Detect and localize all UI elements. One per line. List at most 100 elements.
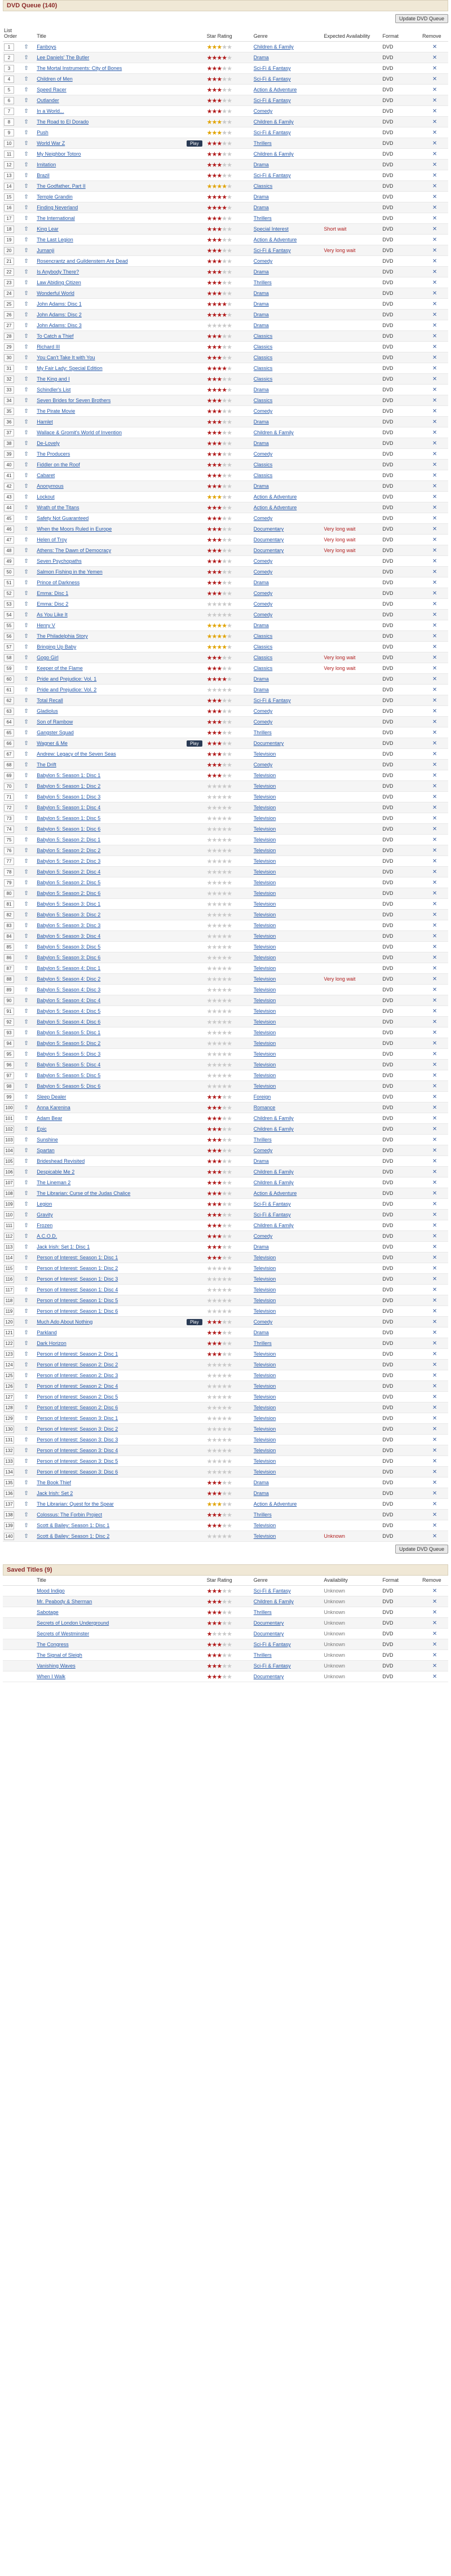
star-icon[interactable]: ★ (207, 440, 213, 447)
star-icon[interactable]: ★ (216, 365, 222, 372)
order-input[interactable]: 99 (4, 1093, 14, 1101)
order-input[interactable]: 134 (4, 1468, 14, 1476)
star-icon[interactable]: ★ (216, 151, 222, 158)
title-link[interactable]: The Philadelphia Story (37, 633, 88, 639)
genre-link[interactable]: Television (254, 1276, 276, 1282)
genre-link[interactable]: Drama (254, 194, 269, 200)
star-icon[interactable]: ★ (222, 430, 227, 436)
to-top-icon[interactable]: ⇧ (24, 1340, 28, 1347)
star-icon[interactable]: ★ (207, 1458, 213, 1465)
star-icon[interactable]: ★ (227, 1287, 232, 1294)
genre-link[interactable]: Action & Adventure (254, 1190, 297, 1196)
remove-x-icon[interactable]: ✕ (432, 430, 437, 436)
star-icon[interactable]: ★ (227, 1201, 232, 1208)
star-icon[interactable]: ★ (207, 1223, 213, 1229)
genre-link[interactable]: Television (254, 976, 276, 982)
star-icon[interactable]: ★ (216, 237, 222, 244)
genre-link[interactable]: Comedy (254, 408, 273, 414)
star-icon[interactable]: ★ (222, 1158, 227, 1165)
star-icon[interactable]: ★ (216, 1298, 222, 1304)
star-icon[interactable]: ★ (227, 365, 232, 372)
order-input[interactable]: 68 (4, 761, 14, 769)
star-icon[interactable]: ★ (216, 1437, 222, 1444)
remove-x-icon[interactable]: ✕ (432, 183, 437, 189)
to-top-icon[interactable]: ⇧ (24, 537, 28, 543)
to-top-icon[interactable]: ⇧ (24, 194, 28, 200)
star-rating[interactable]: ★★★★★ (207, 98, 232, 104)
title-link[interactable]: Babylon 5: Season 4: Disc 2 (37, 976, 100, 982)
star-icon[interactable]: ★ (227, 162, 232, 169)
star-icon[interactable]: ★ (216, 976, 222, 983)
star-icon[interactable]: ★ (216, 1073, 222, 1079)
to-top-icon[interactable]: ⇧ (24, 933, 28, 939)
order-input[interactable]: 139 (4, 1521, 14, 1529)
title-link[interactable]: The King and I (37, 376, 70, 382)
genre-link[interactable]: Foreign (254, 1094, 271, 1100)
remove-x-icon[interactable]: ✕ (432, 1201, 437, 1207)
remove-x-icon[interactable]: ✕ (432, 205, 437, 211)
order-input[interactable]: 65 (4, 729, 14, 736)
genre-link[interactable]: Children & Family (254, 1115, 294, 1121)
star-icon[interactable]: ★ (216, 1158, 222, 1165)
star-icon[interactable]: ★ (227, 601, 232, 608)
star-icon[interactable]: ★ (216, 119, 222, 126)
star-icon[interactable]: ★ (222, 1458, 227, 1465)
star-rating[interactable]: ★★★★★ (207, 1523, 232, 1529)
star-icon[interactable]: ★ (227, 1523, 232, 1529)
star-icon[interactable]: ★ (216, 205, 222, 211)
star-icon[interactable]: ★ (227, 269, 232, 276)
to-top-icon[interactable]: ⇧ (24, 108, 28, 114)
star-icon[interactable]: ★ (216, 290, 222, 297)
to-top-icon[interactable]: ⇧ (24, 944, 28, 950)
remove-x-icon[interactable]: ✕ (432, 323, 437, 329)
to-top-icon[interactable]: ⇧ (24, 290, 28, 297)
star-icon[interactable]: ★ (222, 1620, 227, 1627)
to-top-icon[interactable]: ⇧ (24, 1512, 28, 1518)
title-link[interactable]: Jack Irish: Set 1: Disc 1 (37, 1244, 90, 1250)
star-rating[interactable]: ★★★★★ (207, 912, 232, 919)
title-link[interactable]: Brazil (37, 173, 50, 178)
star-icon[interactable]: ★ (207, 537, 213, 544)
remove-x-icon[interactable]: ✕ (432, 1480, 437, 1486)
star-icon[interactable]: ★ (207, 1094, 213, 1101)
remove-x-icon[interactable]: ✕ (432, 130, 437, 136)
to-top-icon[interactable]: ⇧ (24, 119, 28, 125)
star-rating[interactable]: ★★★★★ (207, 483, 232, 490)
star-rating[interactable]: ★★★★★ (207, 215, 232, 222)
to-top-icon[interactable]: ⇧ (24, 655, 28, 661)
remove-x-icon[interactable]: ✕ (432, 815, 437, 822)
star-icon[interactable]: ★ (222, 1340, 227, 1347)
star-icon[interactable]: ★ (227, 848, 232, 854)
order-input[interactable]: 136 (4, 1489, 14, 1497)
star-icon[interactable]: ★ (207, 1501, 213, 1508)
star-rating[interactable]: ★★★★★ (207, 751, 232, 758)
genre-link[interactable]: Drama (254, 55, 269, 60)
order-input[interactable]: 43 (4, 493, 14, 501)
star-icon[interactable]: ★ (207, 151, 213, 158)
star-icon[interactable]: ★ (222, 151, 227, 158)
star-icon[interactable]: ★ (216, 1351, 222, 1358)
star-rating[interactable]: ★★★★★ (207, 1319, 232, 1326)
star-rating[interactable]: ★★★★★ (207, 848, 232, 854)
star-rating[interactable]: ★★★★★ (207, 1652, 232, 1659)
order-input[interactable]: 52 (4, 589, 14, 597)
remove-x-icon[interactable]: ✕ (432, 944, 437, 950)
saved-genre-link[interactable]: Documentary (254, 1620, 284, 1626)
remove-x-icon[interactable]: ✕ (432, 55, 437, 61)
star-rating[interactable]: ★★★★★ (207, 376, 232, 383)
star-icon[interactable]: ★ (222, 1523, 227, 1529)
to-top-icon[interactable]: ⇧ (24, 323, 28, 329)
to-top-icon[interactable]: ⇧ (24, 1244, 28, 1250)
star-icon[interactable]: ★ (216, 794, 222, 801)
title-link[interactable]: Person of Interest: Season 1: Disc 5 (37, 1298, 118, 1303)
star-icon[interactable]: ★ (227, 923, 232, 929)
star-icon[interactable]: ★ (227, 773, 232, 779)
star-icon[interactable]: ★ (216, 1030, 222, 1036)
to-top-icon[interactable]: ⇧ (24, 730, 28, 736)
star-icon[interactable]: ★ (227, 965, 232, 972)
star-icon[interactable]: ★ (222, 483, 227, 490)
star-icon[interactable]: ★ (207, 1137, 213, 1144)
star-icon[interactable]: ★ (222, 376, 227, 383)
star-rating[interactable]: ★★★★★ (207, 1298, 232, 1304)
star-rating[interactable]: ★★★★★ (207, 194, 232, 201)
